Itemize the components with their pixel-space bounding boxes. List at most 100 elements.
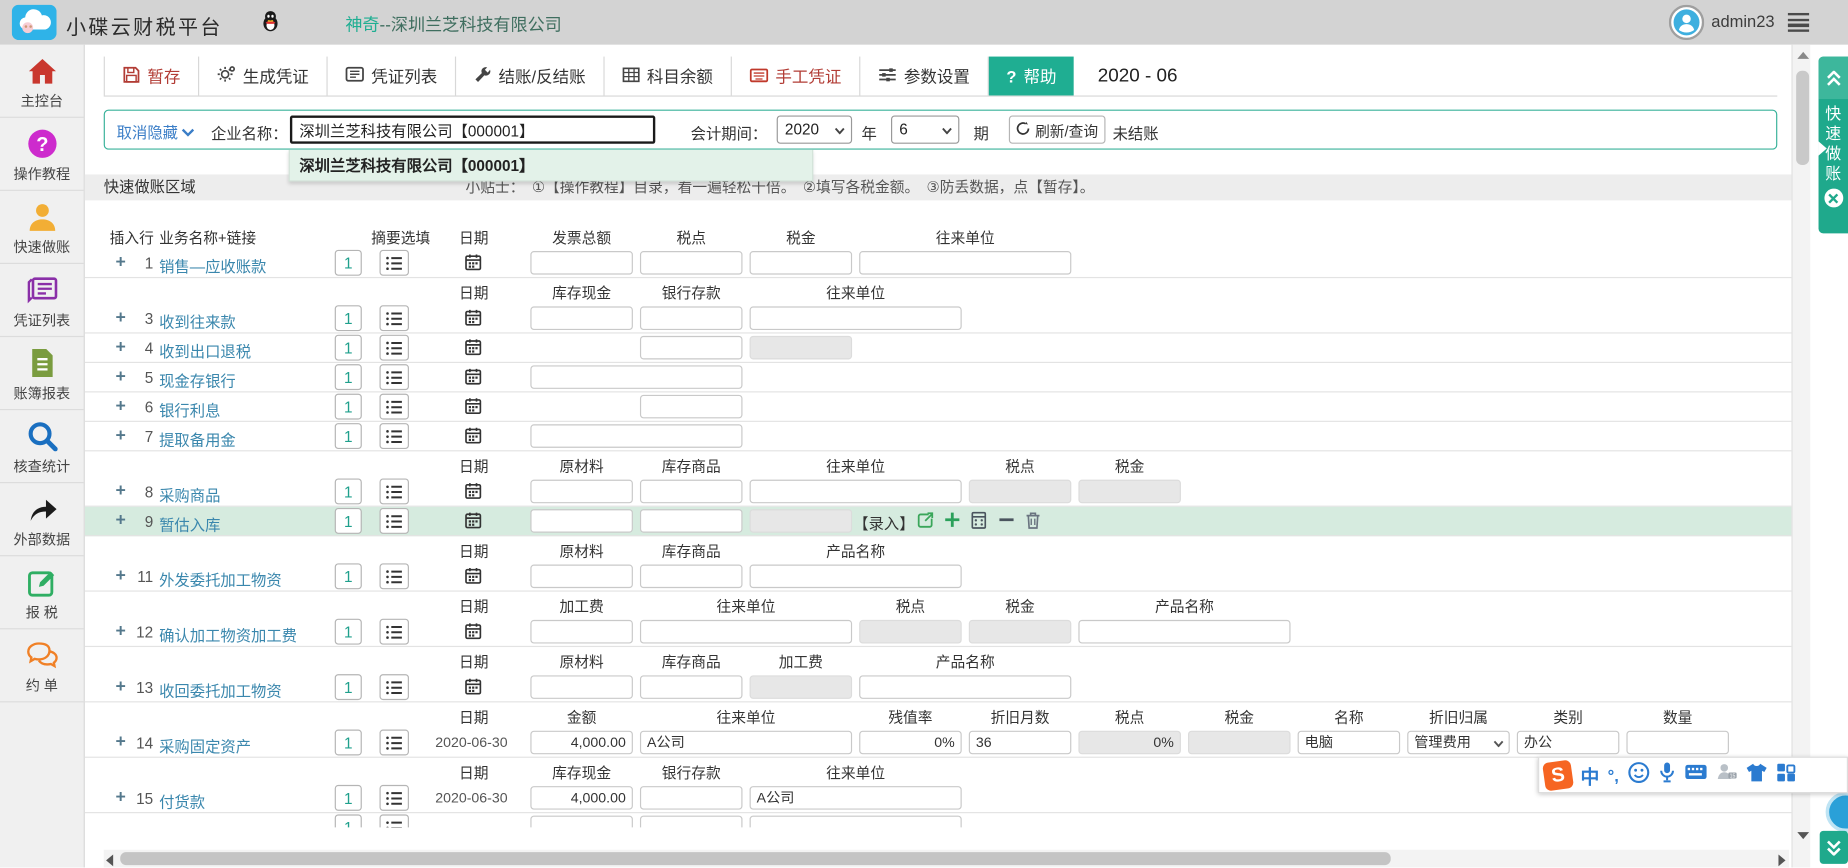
cell-input[interactable]: A公司 [750, 786, 962, 810]
cell-input[interactable] [640, 251, 743, 275]
refresh-query-button[interactable]: 刷新/查询 [1009, 115, 1106, 143]
company-name-input[interactable] [290, 115, 655, 143]
year-select[interactable]: 2020 [777, 115, 852, 143]
business-link[interactable]: 付货款 [159, 790, 205, 812]
cell-input[interactable] [530, 251, 633, 275]
minus-icon[interactable] [998, 511, 1015, 533]
business-link[interactable]: 收回委托加工物资 [159, 679, 282, 701]
sogou-logo-icon[interactable]: S [1542, 759, 1574, 791]
summary-button[interactable] [379, 508, 408, 534]
business-link[interactable]: 收到往来款 [159, 310, 236, 332]
keyboard-icon[interactable] [1684, 764, 1708, 786]
cell-input[interactable] [750, 306, 962, 330]
company-suggestion-item[interactable]: 深圳兰芝科技有限公司【000001】 [289, 150, 813, 182]
scroll-down-arrow[interactable] [1797, 832, 1809, 839]
punctuation-icon[interactable]: °, [1608, 765, 1619, 784]
date-picker-icon[interactable] [464, 427, 482, 451]
summary-button[interactable] [379, 814, 408, 827]
cell-input[interactable] [640, 816, 743, 828]
cell-input[interactable] [640, 620, 852, 644]
date-picker-icon[interactable] [464, 482, 482, 506]
business-link[interactable]: 提取备用金 [159, 428, 236, 450]
sidebar-item-dashboard[interactable]: 主控台 [0, 45, 84, 118]
sidebar-item-voucher-list[interactable]: 凭证列表 [0, 264, 84, 337]
scroll-right-arrow[interactable] [1778, 854, 1785, 866]
summary-button[interactable] [379, 563, 408, 589]
cell-input[interactable] [530, 424, 742, 448]
qq-icon[interactable] [262, 11, 280, 38]
line-count-box[interactable]: 1 [335, 335, 362, 361]
line-count-box[interactable]: 1 [335, 674, 362, 700]
line-count-box[interactable]: 1 [335, 478, 362, 504]
settings-button[interactable]: 参数设置 [860, 57, 988, 96]
sidebar-item-audit-stats[interactable]: 核查统计 [0, 410, 84, 483]
chevrons-down-icon[interactable] [1820, 831, 1848, 864]
add-icon[interactable] [944, 511, 961, 533]
cell-input[interactable] [530, 509, 633, 533]
summary-button[interactable] [379, 785, 408, 811]
delete-icon[interactable] [1025, 511, 1040, 535]
avatar[interactable] [1669, 5, 1704, 46]
vertical-scroll-thumb[interactable] [1796, 71, 1809, 165]
summary-button[interactable] [379, 394, 408, 420]
cell-input[interactable] [530, 306, 633, 330]
date-picker-icon[interactable] [464, 309, 482, 333]
business-link[interactable]: 暂估入库 [159, 513, 220, 535]
business-link[interactable]: 采购固定资产 [159, 734, 251, 756]
scroll-up-arrow[interactable] [1797, 52, 1809, 59]
sidebar-item-quick-entry[interactable]: 快速做账 [0, 191, 84, 264]
summary-button[interactable] [379, 364, 408, 390]
line-count-box[interactable]: 1 [335, 394, 362, 420]
cell-input[interactable] [640, 306, 743, 330]
vertical-scrollbar[interactable] [1791, 45, 1810, 868]
cell-input[interactable]: 4,000.00 [530, 731, 633, 755]
sidebar-item-external-data[interactable]: 外部数据 [0, 483, 84, 556]
closing-button[interactable]: 结账/反结账 [456, 57, 604, 96]
date-picker-icon[interactable] [464, 622, 482, 646]
business-link[interactable]: 外发委托加工物资 [159, 568, 282, 590]
cell-input[interactable] [750, 480, 962, 504]
cell-input[interactable] [640, 675, 743, 699]
line-count-box[interactable]: 1 [335, 305, 362, 331]
username[interactable]: admin23 [1711, 12, 1774, 31]
cell-input[interactable] [530, 620, 633, 644]
cell-input[interactable] [750, 816, 962, 828]
cell-input[interactable]: 36 [969, 731, 1072, 755]
cell-input[interactable] [750, 251, 853, 275]
chinese-mode-icon[interactable]: 中 [1580, 761, 1599, 789]
sidebar-item-tax-filing[interactable]: 报 税 [0, 556, 84, 629]
calculator-icon[interactable] [971, 511, 986, 535]
cell-input[interactable]: 0% [859, 731, 962, 755]
cancel-hide-link[interactable]: 取消隐藏 [117, 120, 195, 142]
cell-input[interactable] [1626, 731, 1729, 755]
summary-button[interactable] [379, 250, 408, 276]
cell-input[interactable] [640, 786, 743, 810]
cell-input[interactable] [859, 251, 1071, 275]
apps-icon[interactable] [1776, 762, 1796, 788]
sidebar-item-appointment[interactable]: 约 单 [0, 629, 84, 702]
entry-link[interactable]: 【录入】 [853, 511, 914, 533]
toolbox-icon[interactable]: 15 [1715, 761, 1736, 788]
cell-input[interactable] [640, 565, 743, 589]
line-count-box[interactable]: 1 [335, 423, 362, 449]
scroll-left-arrow[interactable] [106, 854, 113, 866]
date-picker-icon[interactable] [464, 511, 482, 535]
cell-input[interactable] [530, 365, 742, 389]
microphone-icon[interactable] [1658, 761, 1676, 789]
summary-button[interactable] [379, 478, 408, 504]
cell-input[interactable]: 4,000.00 [530, 786, 633, 810]
cell-input[interactable] [530, 816, 633, 828]
date-picker-icon[interactable] [464, 368, 482, 392]
account-balance-button[interactable]: 科目余额 [604, 57, 731, 96]
business-link[interactable]: 银行利息 [159, 398, 220, 420]
sidebar-item-tutorial[interactable]: ? 操作教程 [0, 118, 84, 191]
horizontal-scrollbar[interactable] [104, 850, 1789, 868]
line-count-box[interactable]: 1 [335, 619, 362, 645]
business-link[interactable]: 确认加工物资加工费 [159, 623, 297, 645]
summary-button[interactable] [379, 423, 408, 449]
date-picker-icon[interactable] [464, 338, 482, 362]
depreciation-select[interactable]: 管理费用 [1407, 731, 1510, 755]
cell-input[interactable]: 电脑 [1298, 731, 1401, 755]
business-link[interactable]: 现金存银行 [159, 369, 236, 391]
line-count-box[interactable]: 1 [335, 814, 362, 827]
